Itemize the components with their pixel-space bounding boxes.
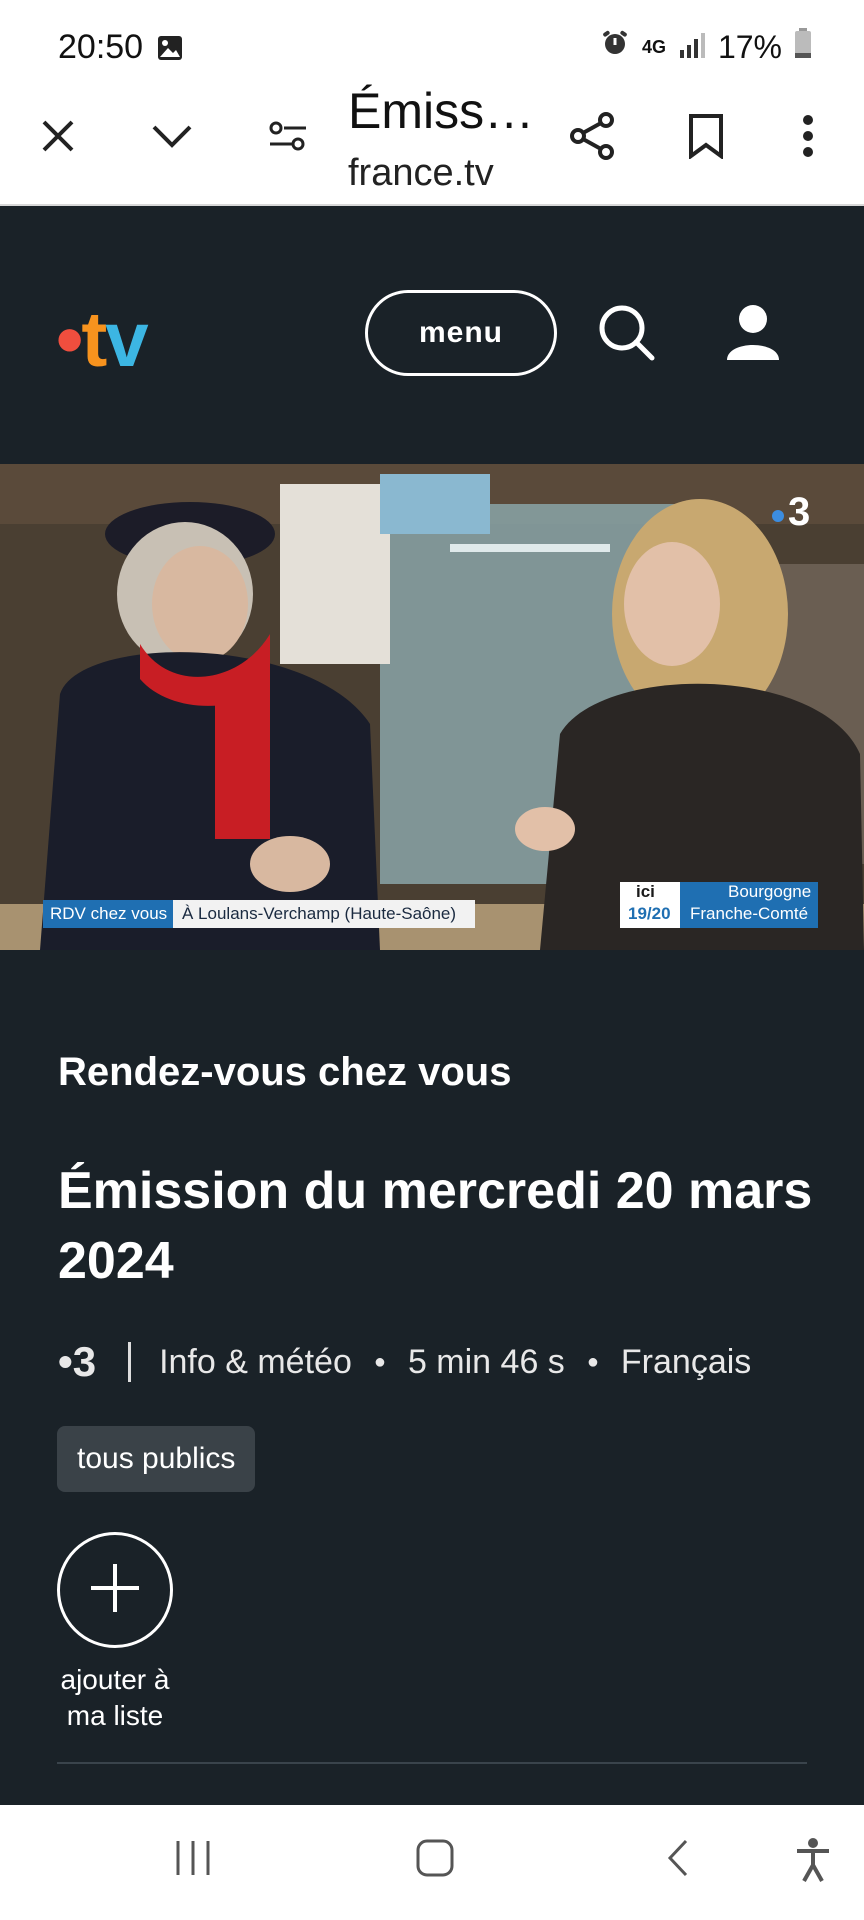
meta-bullet: ● <box>586 1350 599 1373</box>
back-icon <box>662 1839 692 1883</box>
battery-icon <box>794 28 812 66</box>
section-divider <box>57 1762 807 1764</box>
program-name[interactable]: Rendez-vous chez vous <box>58 1050 511 1095</box>
close-tab-button[interactable] <box>26 106 90 170</box>
close-icon <box>38 116 78 161</box>
video-player[interactable]: 3 RDV chez vous À Loulans-Verchamp (Haut… <box>0 464 864 950</box>
accessibility-icon <box>794 1838 832 1887</box>
settings-sliders-icon <box>266 118 310 159</box>
france-tv-logo[interactable]: •tv <box>56 294 149 385</box>
menu-button[interactable]: menu <box>365 290 557 376</box>
search-icon <box>596 305 658 368</box>
chevron-down-icon <box>150 121 194 156</box>
recent-apps-icon <box>172 1841 214 1883</box>
browser-toolbar: Émissi… france.tv <box>0 70 864 206</box>
home-button[interactable] <box>414 1837 456 1884</box>
channel-logo: •3 <box>58 1338 97 1385</box>
recent-apps-button[interactable] <box>172 1837 214 1884</box>
battery-level: 17% <box>717 28 782 65</box>
image-notification-icon <box>156 34 184 67</box>
user-icon <box>724 305 782 366</box>
program-details: Rendez-vous chez vous Émission du mercre… <box>0 950 864 1805</box>
share-icon <box>568 111 616 166</box>
meta-bullet: ● <box>373 1350 386 1373</box>
caption-newstime: 19/20 <box>628 904 671 923</box>
accessibility-button[interactable] <box>794 1837 832 1888</box>
caption-region-2: Franche-Comté <box>690 904 809 923</box>
account-button[interactable] <box>724 302 782 367</box>
duration: 5 min 46 s <box>407 1342 565 1381</box>
plus-icon <box>87 1560 143 1621</box>
network-type: 4G <box>641 36 666 57</box>
search-button[interactable] <box>596 302 658 369</box>
rating-badge: tous publics <box>57 1426 256 1492</box>
bookmark-icon <box>687 113 725 164</box>
caption-location: À Loulans-Verchamp (Haute-Saône) <box>182 904 457 923</box>
channel-watermark: 3 <box>788 490 811 534</box>
signal-icon <box>678 29 706 66</box>
page-domain: france.tv <box>348 152 494 194</box>
caption-show: RDV chez vous <box>50 904 168 923</box>
caption-region-1: Bourgogne <box>728 882 812 901</box>
alarm-icon <box>600 28 630 66</box>
language: Français <box>620 1342 752 1381</box>
back-button[interactable] <box>662 1837 692 1884</box>
add-to-list-label[interactable]: ajouter à ma liste <box>40 1662 190 1734</box>
episode-title: Émission du mercredi 20 mars 2024 <box>58 1162 813 1290</box>
caption-brand: ici <box>636 882 655 901</box>
status-time: 20:50 <box>58 28 144 66</box>
video-thumbnail <box>0 464 864 950</box>
bookmark-button[interactable] <box>674 106 738 170</box>
share-button[interactable] <box>560 106 624 170</box>
site-header: •tv menu <box>0 206 864 464</box>
home-icon <box>414 1839 456 1883</box>
meta-divider <box>128 1342 132 1382</box>
minimize-button[interactable] <box>140 106 204 170</box>
page-title: Émissi… <box>348 83 538 139</box>
more-vertical-icon <box>800 114 816 163</box>
more-options-button[interactable] <box>776 106 840 170</box>
add-to-list-button[interactable] <box>57 1532 173 1648</box>
page-settings-button[interactable] <box>256 106 320 170</box>
program-meta: •3 Info & météo ● 5 min 46 s ● Français <box>58 1338 751 1386</box>
genre: Info & météo <box>159 1342 352 1381</box>
system-nav-bar <box>0 1805 864 1920</box>
